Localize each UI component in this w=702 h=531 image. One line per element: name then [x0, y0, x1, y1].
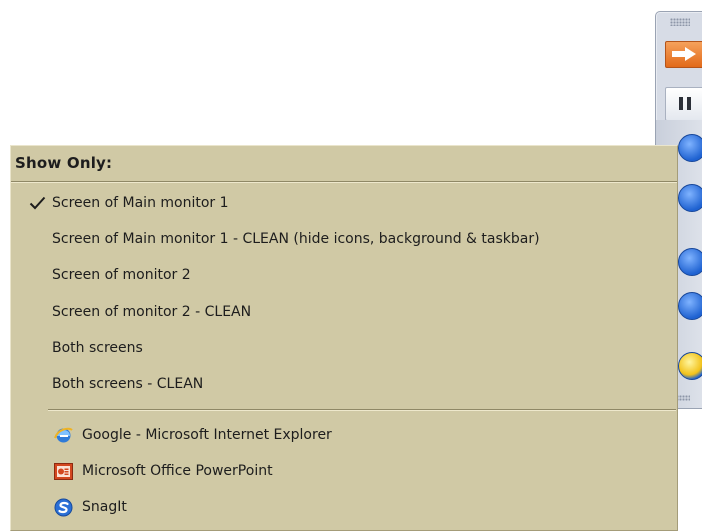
display-icon[interactable] — [678, 292, 702, 320]
checkmark-icon — [29, 196, 46, 210]
toolbar-grip-handle[interactable] — [670, 18, 690, 26]
menu-item-label: Both screens - CLEAN — [52, 376, 204, 392]
menu-item-monitor-2-clean[interactable]: Screen of monitor 2 - CLEAN — [11, 295, 677, 329]
snagit-icon — [54, 498, 73, 517]
menu-header: Show Only: — [15, 154, 113, 172]
menu-item-label: SnagIt — [82, 499, 127, 515]
menu-item-label: Both screens — [52, 340, 143, 356]
powerpoint-icon — [54, 463, 73, 480]
menu-item-internet-explorer[interactable]: Google - Microsoft Internet Explorer — [11, 418, 677, 452]
arrow-right-icon — [672, 47, 696, 61]
menu-item-label: Microsoft Office PowerPoint — [82, 463, 273, 479]
menu-item-snagit[interactable]: SnagIt — [11, 490, 677, 524]
menu-item-main-monitor-1-clean[interactable]: Screen of Main monitor 1 - CLEAN (hide i… — [11, 222, 677, 256]
internet-explorer-icon — [54, 427, 73, 443]
menu-item-powerpoint[interactable]: Microsoft Office PowerPoint — [11, 454, 677, 488]
menu-item-main-monitor-1[interactable]: Screen of Main monitor 1 — [11, 186, 677, 220]
menu-item-label: Screen of Main monitor 1 — [52, 195, 229, 211]
stop-icon[interactable] — [678, 184, 702, 212]
menu-item-both-screens-clean[interactable]: Both screens - CLEAN — [11, 367, 677, 401]
toolbar-arrow-button[interactable] — [665, 41, 702, 68]
light-icon[interactable] — [678, 352, 702, 380]
menu-item-label: Screen of monitor 2 - CLEAN — [52, 304, 252, 320]
menu-item-label: Google - Microsoft Internet Explorer — [82, 427, 332, 443]
menu-header-divider — [11, 181, 677, 183]
screen-stage: Show Only: Screen of Main monitor 1 Scre… — [0, 0, 702, 531]
menu-item-label: Screen of Main monitor 1 - CLEAN (hide i… — [52, 231, 540, 247]
menu-item-label: Screen of monitor 2 — [52, 267, 191, 283]
menu-separator — [48, 409, 676, 411]
menu-item-monitor-2[interactable]: Screen of monitor 2 — [11, 258, 677, 292]
record-icon[interactable] — [678, 134, 702, 162]
menu-item-both-screens[interactable]: Both screens — [11, 331, 677, 365]
show-only-menu: Show Only: Screen of Main monitor 1 Scre… — [10, 145, 678, 531]
monitor-icon[interactable] — [678, 248, 702, 276]
toolbar-pause-button[interactable] — [665, 87, 702, 121]
